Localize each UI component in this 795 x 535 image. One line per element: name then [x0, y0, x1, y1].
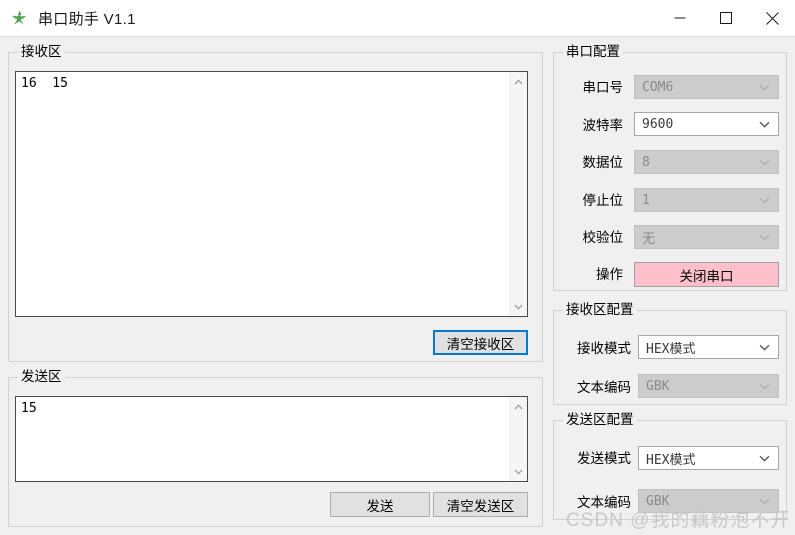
- chevron-down-icon: [759, 197, 770, 204]
- send-encoding-value: GBK: [646, 493, 670, 509]
- databits-label: 数据位: [582, 155, 624, 170]
- send-mode-value: HEX模式: [646, 452, 696, 468]
- send-button[interactable]: 发送: [330, 492, 430, 517]
- minimize-button[interactable]: [657, 0, 703, 37]
- databits-value: 8: [642, 154, 650, 170]
- send-mode-select[interactable]: HEX模式: [638, 446, 779, 470]
- scroll-down-icon[interactable]: [510, 463, 527, 480]
- scroll-up-icon[interactable]: [510, 73, 527, 90]
- stopbits-label: 停止位: [582, 193, 624, 208]
- chevron-down-icon: [759, 455, 770, 462]
- serial-config-legend: 串口配置: [563, 44, 623, 59]
- maximize-button[interactable]: [703, 0, 749, 37]
- baudrate-label: 波特率: [582, 118, 624, 133]
- scroll-down-icon[interactable]: [510, 298, 527, 315]
- receive-config-legend: 接收区配置: [563, 302, 637, 317]
- send-area-legend: 发送区: [18, 369, 65, 384]
- chevron-down-icon: [759, 234, 770, 241]
- title-bar: 串口助手 V1.1: [0, 0, 795, 37]
- send-mode-label: 发送模式: [577, 451, 631, 466]
- chevron-down-icon: [759, 84, 770, 91]
- receive-encoding-label: 文本编码: [577, 380, 631, 395]
- receive-mode-select[interactable]: HEX模式: [638, 335, 779, 359]
- port-label: 串口号: [582, 80, 624, 95]
- chevron-down-icon: [759, 498, 770, 505]
- close-serial-button[interactable]: 关闭串口: [634, 262, 779, 287]
- baudrate-select[interactable]: 9600: [634, 112, 779, 136]
- clear-send-button[interactable]: 清空发送区: [433, 492, 528, 517]
- receive-mode-value: HEX模式: [646, 341, 696, 357]
- send-encoding-select[interactable]: GBK: [638, 489, 779, 513]
- send-textarea[interactable]: 15: [15, 396, 528, 482]
- app-star-icon: [9, 8, 29, 28]
- send-text: 15: [21, 401, 37, 416]
- baudrate-value: 9600: [642, 116, 674, 132]
- chevron-down-icon: [759, 121, 770, 128]
- parity-label: 校验位: [582, 230, 624, 245]
- scroll-up-icon[interactable]: [510, 398, 527, 415]
- parity-value: 无: [642, 231, 656, 247]
- parity-select[interactable]: 无: [634, 225, 779, 249]
- send-config-legend: 发送区配置: [563, 412, 637, 427]
- port-value: COM6: [642, 79, 674, 95]
- chevron-down-icon: [759, 159, 770, 166]
- receive-encoding-select[interactable]: GBK: [638, 374, 779, 398]
- send-encoding-label: 文本编码: [577, 495, 631, 510]
- receive-area-legend: 接收区: [18, 44, 65, 59]
- close-button[interactable]: [749, 0, 795, 37]
- chevron-down-icon: [759, 383, 770, 390]
- clear-receive-button[interactable]: 清空接收区: [433, 330, 528, 355]
- window-title: 串口助手 V1.1: [38, 10, 136, 28]
- receive-mode-label: 接收模式: [577, 341, 631, 356]
- send-scrollbar[interactable]: [509, 397, 527, 481]
- receive-scrollbar[interactable]: [509, 72, 527, 316]
- databits-select[interactable]: 8: [634, 150, 779, 174]
- receive-encoding-value: GBK: [646, 378, 670, 394]
- receive-text: 16 15: [21, 76, 68, 91]
- port-select[interactable]: COM6: [634, 75, 779, 99]
- receive-textarea[interactable]: 16 15: [15, 71, 528, 317]
- window-controls: [657, 0, 795, 37]
- stopbits-value: 1: [642, 192, 650, 208]
- stopbits-select[interactable]: 1: [634, 188, 779, 212]
- chevron-down-icon: [759, 344, 770, 351]
- operation-label: 操作: [596, 267, 623, 282]
